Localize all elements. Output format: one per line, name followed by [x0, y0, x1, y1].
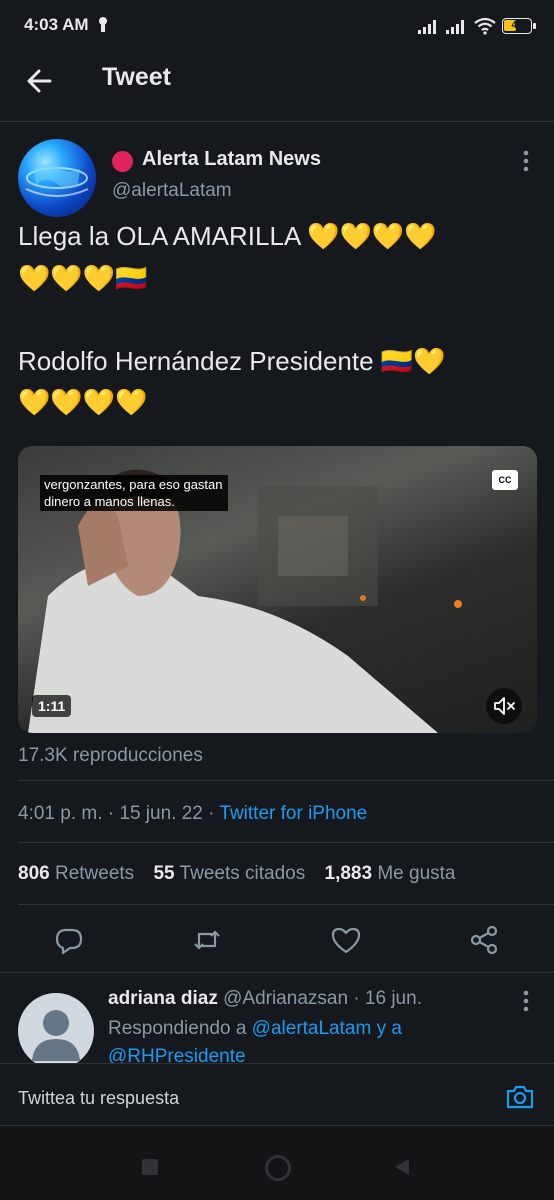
separator: · — [353, 988, 360, 1009]
speaker-muted-icon — [494, 697, 515, 715]
retweet-icon[interactable] — [190, 923, 224, 957]
quotes-stat[interactable]: 55 Tweets citados — [153, 863, 305, 884]
tweet-text-line: Rodolfo Hernández Presidente 🇨🇴💛 — [18, 346, 446, 376]
status-icons: 41 — [418, 14, 536, 38]
globe-logo-icon — [25, 163, 89, 197]
retweets-stat[interactable]: 806 Retweets — [18, 863, 134, 884]
author-handle[interactable]: @alertaLatam — [112, 180, 232, 202]
tweet-meta: 4:01 p. m. · 15 jun. 22 · Twitter for iP… — [18, 803, 367, 825]
engagement-counts: 806 Retweets 55 Tweets citados 1,883 Me … — [18, 863, 455, 885]
quotes-count: 55 — [153, 863, 175, 884]
author-name[interactable]: Alerta Latam News — [142, 148, 321, 171]
mention-link[interactable]: @alertaLatam — [252, 1018, 372, 1039]
quotes-label: Tweets citados — [179, 863, 306, 884]
replying-to: Respondiendo a @alertaLatam y a — [108, 1018, 402, 1040]
keyhole-icon — [99, 17, 107, 32]
reply-author-handle[interactable]: @Adrianazsan — [223, 988, 348, 1009]
recents-button[interactable] — [142, 1159, 158, 1175]
header-divider — [0, 121, 554, 122]
separator: · — [107, 803, 115, 824]
battery-level: 41 — [511, 20, 523, 31]
divider — [0, 972, 554, 973]
video-subtitle: vergonzantes, para eso gastan dinero a m… — [40, 475, 228, 511]
view-count: 17.3K reproducciones — [18, 745, 203, 766]
mute-button[interactable] — [486, 688, 522, 724]
video-duration: 1:11 — [32, 695, 72, 717]
likes-stat[interactable]: 1,883 Me gusta — [325, 863, 456, 884]
tweet-text-line: 💛💛💛💛 — [18, 387, 148, 417]
home-button[interactable] — [265, 1155, 291, 1181]
status-time: 4:03 AM — [24, 15, 89, 34]
tweet-text-line: Llega la OLA AMARILLA 💛💛💛💛 — [18, 221, 437, 251]
divider — [18, 842, 554, 843]
likes-label: Me gusta — [377, 863, 456, 884]
more-options-icon[interactable] — [522, 990, 530, 1012]
reply-input[interactable]: Twittea tu respuesta — [18, 1088, 179, 1109]
status-bar: 4:03 AM 41 — [0, 0, 554, 52]
back-triangle-icon[interactable] — [392, 1157, 412, 1177]
reply-date: 16 jun. — [364, 988, 422, 1009]
tweet-text-line: 💛💛💛🇨🇴 — [18, 263, 148, 293]
tweet-date: 15 jun. 22 — [119, 803, 203, 824]
reply-icon[interactable] — [52, 923, 86, 957]
divider — [0, 1125, 554, 1126]
tweet-source-link[interactable]: Twitter for iPhone — [219, 803, 367, 824]
replying-and: y a — [376, 1018, 402, 1039]
retweets-count: 806 — [18, 863, 50, 884]
system-nav-bar — [0, 1127, 554, 1200]
separator: · — [208, 803, 215, 824]
retweets-label: Retweets — [54, 863, 135, 884]
like-heart-icon[interactable] — [329, 923, 363, 957]
live-dot — [112, 151, 133, 172]
captions-button[interactable]: CC — [492, 470, 518, 490]
page-title: Tweet — [102, 63, 171, 91]
back-arrow-icon[interactable] — [24, 62, 56, 100]
likes-count: 1,883 — [324, 863, 373, 884]
wifi-icon — [474, 17, 496, 35]
battery-icon: 41 — [502, 18, 536, 34]
replying-prefix: Respondiendo a — [108, 1018, 247, 1039]
video-player[interactable]: vergonzantes, para eso gastan dinero a m… — [18, 446, 537, 733]
divider — [18, 904, 554, 905]
default-avatar-icon — [32, 1010, 80, 1061]
camera-icon[interactable] — [504, 1081, 536, 1113]
tweet-time: 4:01 p. m. — [18, 803, 103, 824]
divider — [18, 780, 554, 781]
divider — [0, 1063, 554, 1064]
author-avatar[interactable] — [18, 139, 96, 217]
signal-icon — [418, 20, 436, 34]
reply-header: adriana diaz @Adrianazsan · 16 jun. — [108, 988, 422, 1010]
reply-avatar[interactable] — [18, 993, 94, 1069]
reply-author-name[interactable]: adriana diaz — [108, 988, 218, 1009]
more-options-icon[interactable] — [522, 150, 530, 172]
share-icon[interactable] — [467, 923, 501, 957]
signal-icon — [446, 20, 464, 34]
